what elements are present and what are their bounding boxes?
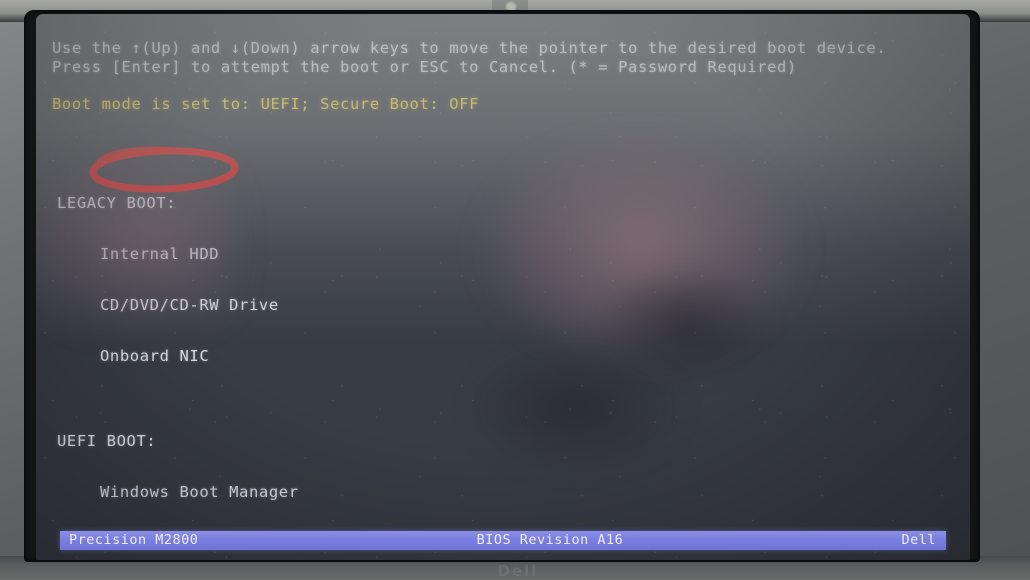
laptop-photo: Dell Use the ↑(Up) and ↓(Down) arrow key… [0, 0, 1030, 580]
bios-boot-menu-screen: Use the ↑(Up) and ↓(Down) arrow keys to … [36, 14, 970, 560]
status-bar-revision: BIOS Revision A16 [476, 532, 624, 548]
bezel-brand-logo: Dell [497, 562, 539, 580]
bios-status-bar: Precision M2800 BIOS Revision A16 Dell [60, 531, 946, 550]
status-bar-vendor: Dell [901, 532, 936, 548]
screen-vignette [36, 14, 970, 560]
status-bar-model: Precision M2800 [69, 532, 199, 548]
